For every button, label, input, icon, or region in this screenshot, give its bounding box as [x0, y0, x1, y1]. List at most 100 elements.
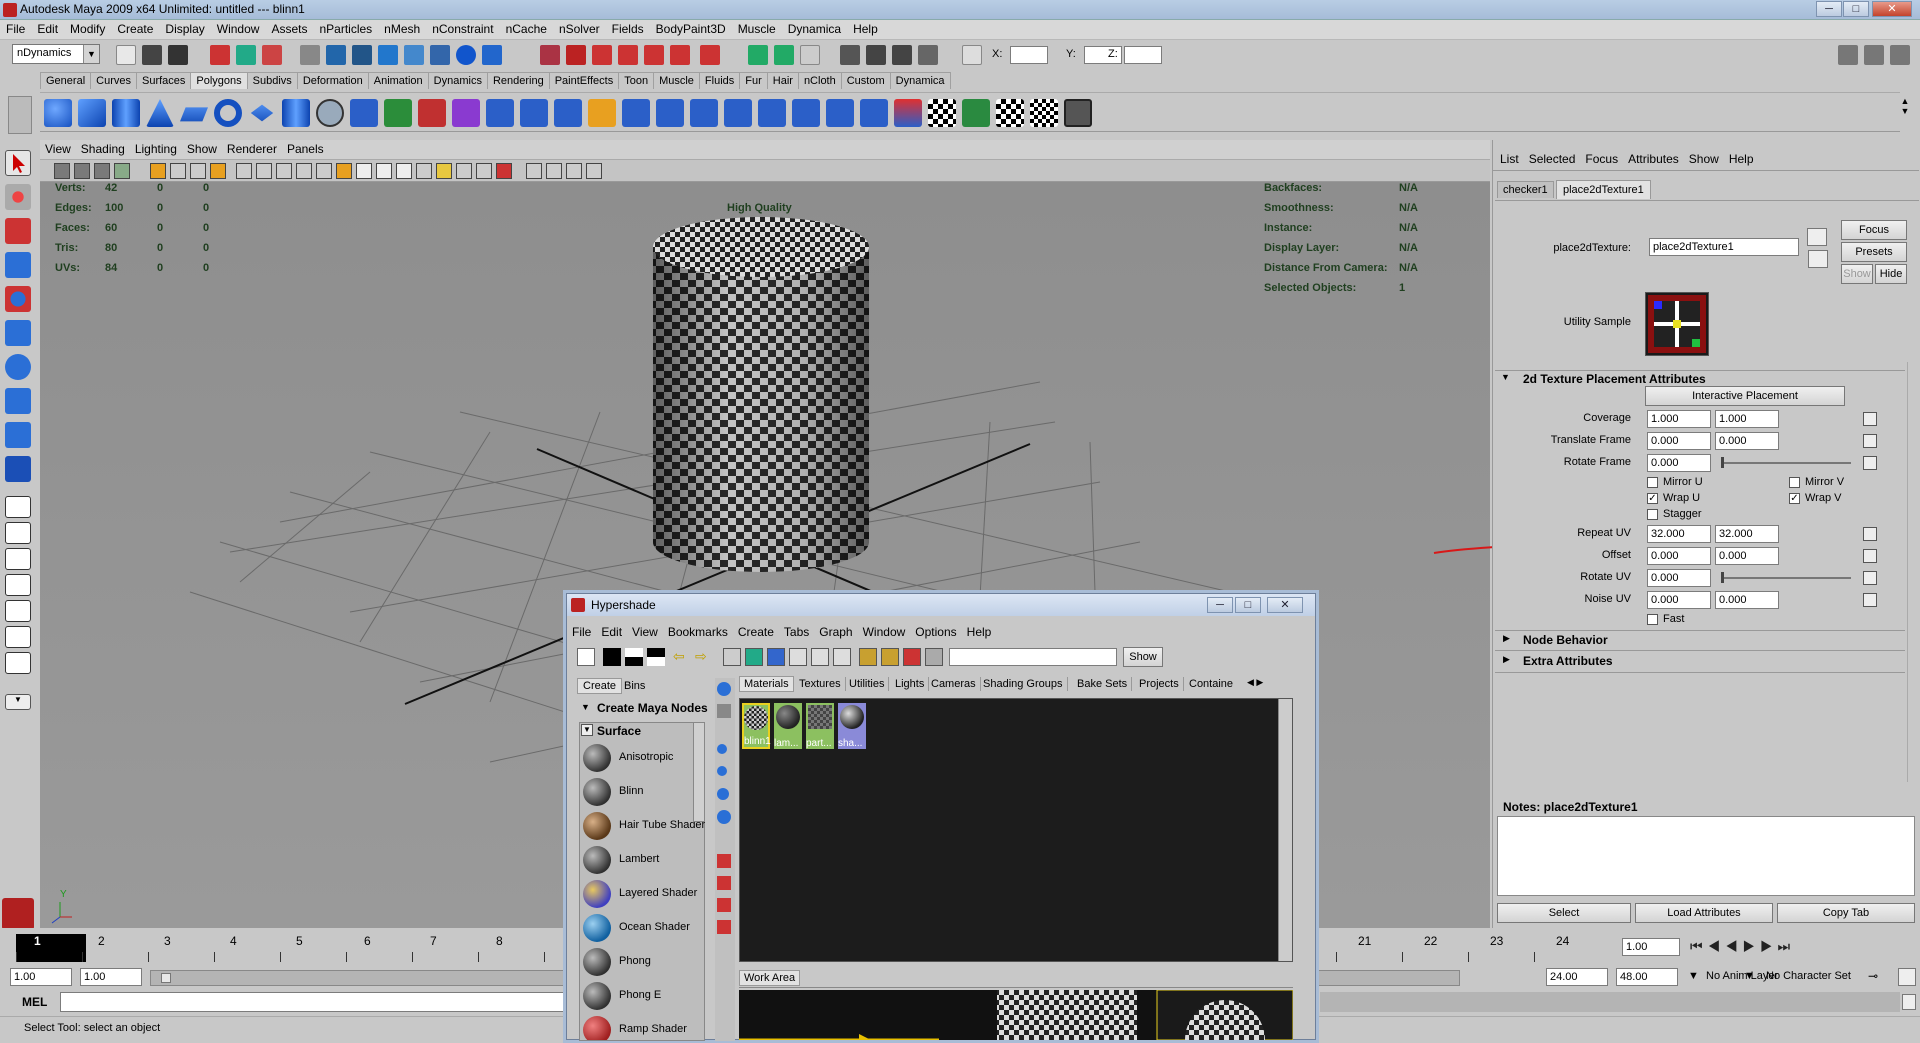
x-ray-icon[interactable]: [416, 163, 432, 179]
hypershade-icon[interactable]: [840, 45, 860, 65]
hs-search-field[interactable]: [949, 648, 1117, 666]
menu-nparticles[interactable]: nParticles: [313, 20, 378, 38]
hs-toggle-icon[interactable]: [577, 648, 595, 666]
swatch-blinn1[interactable]: blinn1: [742, 703, 771, 749]
repeat-uv-map-icon[interactable]: [1863, 527, 1877, 541]
ae-menu-focus[interactable]: Focus: [1580, 150, 1623, 168]
node-behavior-section[interactable]: Node Behavior: [1523, 633, 1608, 647]
flat-shade-icon[interactable]: [336, 163, 352, 179]
camera-attr-icon[interactable]: [74, 163, 90, 179]
hs-tab-bins[interactable]: Bins: [619, 679, 650, 693]
swatch-lambert[interactable]: lam...: [774, 703, 802, 749]
soft-edge-icon[interactable]: [894, 99, 922, 127]
shelf-tab-custom[interactable]: Custom: [840, 72, 891, 89]
hs-tab-shading-groups[interactable]: Shading Groups: [979, 677, 1068, 691]
shelf-tab-surfaces[interactable]: Surfaces: [135, 72, 192, 89]
single-pane-layout-icon[interactable]: [5, 496, 31, 518]
universal-manip-icon[interactable]: [5, 354, 31, 380]
extract-icon[interactable]: [418, 99, 446, 127]
extra-attributes-section[interactable]: Extra Attributes: [1523, 654, 1613, 668]
select-component-icon[interactable]: [262, 45, 282, 65]
outliner-layout-icon[interactable]: [5, 626, 31, 648]
shadows-icon[interactable]: [476, 163, 492, 179]
hs-clear-icon[interactable]: [723, 648, 741, 666]
lights-icon[interactable]: [456, 163, 472, 179]
hs-minimize-button[interactable]: ─: [1207, 597, 1233, 613]
shelf-tab-toon[interactable]: Toon: [618, 72, 655, 89]
hs-input-icon[interactable]: [789, 648, 807, 666]
hs-layout3-icon[interactable]: [647, 648, 665, 666]
shelf-tab-painteffects[interactable]: PaintEffects: [548, 72, 620, 89]
hs-swatch3-icon[interactable]: [903, 648, 921, 666]
hs-side-tool3-icon[interactable]: [717, 898, 731, 912]
ae-menu-help[interactable]: Help: [1724, 150, 1759, 168]
menu-ncache[interactable]: nCache: [500, 20, 553, 38]
shelf-tab-dynamics[interactable]: Dynamics: [427, 72, 488, 89]
hs-side-tool4-icon[interactable]: [717, 920, 731, 934]
stagger-checkbox[interactable]: [1647, 509, 1658, 520]
presets-button[interactable]: Presets: [1841, 242, 1907, 262]
hs-menu-help[interactable]: Help: [962, 624, 997, 640]
bool-difference-icon[interactable]: [520, 99, 548, 127]
vp-menu-show[interactable]: Show: [182, 140, 222, 158]
noise-u-field[interactable]: [1647, 591, 1711, 609]
mel-input[interactable]: [60, 992, 570, 1012]
rotate-frame-slider[interactable]: [1721, 462, 1851, 464]
hs-menu-create[interactable]: Create: [733, 624, 779, 640]
ipr-icon[interactable]: [482, 45, 502, 65]
hs-tab-cameras[interactable]: Cameras: [927, 677, 981, 691]
resolution-gate-icon[interactable]: [190, 163, 206, 179]
shelf-tab-rendering[interactable]: Rendering: [486, 72, 550, 89]
render-view-icon[interactable]: [748, 45, 768, 65]
last-tool-icon[interactable]: [5, 456, 31, 482]
tool-settings-toggle-icon[interactable]: [1864, 45, 1884, 65]
translate-frame-v-field[interactable]: [1715, 432, 1779, 450]
translate-frame-map-icon[interactable]: [1863, 434, 1877, 448]
hs-side-ball3-icon[interactable]: [717, 788, 729, 800]
notes-textarea[interactable]: [1497, 816, 1915, 896]
hs-output-icon[interactable]: [833, 648, 851, 666]
hs-side-tool1-icon[interactable]: [717, 854, 731, 868]
node-layered-shader[interactable]: Layered Shader: [581, 878, 719, 910]
current-time-field[interactable]: [1622, 938, 1680, 956]
select-button[interactable]: Select: [1497, 903, 1631, 923]
attribute-editor-toggle-icon[interactable]: [1838, 45, 1858, 65]
rotate-tool-icon[interactable]: [5, 286, 31, 312]
hypershade-titlebar[interactable]: Hypershade ─ □ ✕: [567, 594, 1315, 616]
output-connection-icon[interactable]: [1808, 250, 1828, 268]
lasso-tool-icon[interactable]: [5, 184, 31, 210]
mirror-icon[interactable]: [588, 99, 616, 127]
transform-field-icon[interactable]: [962, 45, 982, 65]
save-scene-icon[interactable]: [168, 45, 188, 65]
shelf-tab-fur[interactable]: Fur: [739, 72, 768, 89]
separate-icon[interactable]: [384, 99, 412, 127]
hs-menu-tabs[interactable]: Tabs: [779, 624, 814, 640]
poly-cube-icon[interactable]: [78, 99, 106, 127]
hs-side-tool2-icon[interactable]: [717, 876, 731, 890]
range-slider-handle[interactable]: [161, 973, 171, 983]
hs-swatch2-icon[interactable]: [881, 648, 899, 666]
xray-joints-icon[interactable]: [586, 163, 602, 179]
clapper-icon[interactable]: [866, 45, 886, 65]
bookmark-icon[interactable]: [94, 163, 110, 179]
hs-tab-bake-sets[interactable]: Bake Sets: [1073, 677, 1133, 691]
noise-v-field[interactable]: [1715, 591, 1779, 609]
shelf-tab-subdivs[interactable]: Subdivs: [246, 72, 298, 89]
x-field[interactable]: [1010, 46, 1048, 64]
hypershade-layout-icon[interactable]: [5, 600, 31, 622]
repeat-u-field[interactable]: [1647, 525, 1711, 543]
menu-display[interactable]: Display: [159, 20, 210, 38]
focus-button[interactable]: Focus: [1841, 220, 1907, 240]
four-pane-layout-icon[interactable]: [5, 522, 31, 544]
extra-attrs-expand-icon[interactable]: ▶: [1503, 654, 1510, 665]
combine-icon[interactable]: [350, 99, 378, 127]
uv-editor-icon[interactable]: [1064, 99, 1092, 127]
hs-menu-bookmarks[interactable]: Bookmarks: [663, 624, 733, 640]
render-settings-icon[interactable]: [800, 45, 820, 65]
frame-selected-icon[interactable]: [566, 163, 582, 179]
clapper2-icon[interactable]: [892, 45, 912, 65]
menu-nmesh[interactable]: nMesh: [378, 20, 426, 38]
split-icon[interactable]: [724, 99, 752, 127]
smooth-icon[interactable]: [452, 99, 480, 127]
ae-tab-place2dtexture1[interactable]: place2dTexture1: [1556, 180, 1651, 199]
